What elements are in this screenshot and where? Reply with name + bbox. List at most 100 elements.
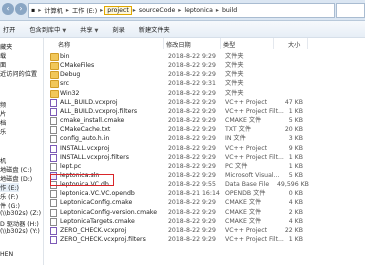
file-row[interactable]: config_auto.h.in 2018-8-22 9:29 IN 文件 3 KB <box>45 134 365 144</box>
file-type: CMAKE 文件 <box>225 208 262 216</box>
file-date: 2018-8-22 9:29 <box>168 89 216 97</box>
file-type: VC++ Project Filt... <box>225 236 284 243</box>
file-name: LeptonicaConfig-version.cmake <box>60 208 158 216</box>
folder-icon <box>50 62 59 71</box>
column-header-name[interactable]: 名称 <box>58 40 70 49</box>
file-row[interactable]: ALL_BUILD.vcxproj 2018-8-22 9:29 VC++ Proj… <box>45 98 365 107</box>
column-header-date[interactable]: 修改日期 <box>166 40 191 49</box>
breadcrumb-item[interactable]: leptonica <box>182 7 215 14</box>
file-row[interactable]: INSTALL.vcxproj 2018-8-22 9:29 VC++ Projec… <box>45 144 365 153</box>
file-type: PC 文件 <box>225 162 248 170</box>
nav-item[interactable]: 近访问的位置 <box>0 69 37 78</box>
nav-item[interactable]: 地磁盘 (C:) <box>0 165 32 174</box>
file-name: Debug <box>60 71 81 79</box>
file-row[interactable]: LeptonicaConfig-version.cmake 2018-8-22 9… <box>45 208 365 217</box>
file-name: ZERO_CHECK.vcxproj <box>60 226 127 234</box>
file-row[interactable]: LeptonicaConfig.cmake 2018-8-22 9:29 CMAKE… <box>45 198 365 208</box>
file-date: 2018-8-22 9:29 <box>168 62 216 70</box>
folder-icon <box>50 89 59 98</box>
column-header-size[interactable]: 大小 <box>288 40 300 49</box>
include-library-button[interactable]: 包含到库中 ▼ <box>22 25 73 34</box>
search-input[interactable] <box>336 3 365 18</box>
file-type: Data Base File <box>225 181 270 189</box>
burn-button[interactable]: 刻录 <box>105 25 131 34</box>
file-size: 1 KB <box>288 153 303 161</box>
file-date: 2018-8-22 9:29 <box>168 236 216 243</box>
file-row[interactable]: src 2018-8-22 9:31 文件夹 <box>45 79 365 89</box>
file-type: 文件夹 <box>225 71 244 79</box>
file-type: 文件夹 <box>225 89 244 97</box>
nav-item[interactable]: 频 <box>0 100 6 109</box>
column-header-type[interactable]: 类型 <box>223 40 235 49</box>
nav-item[interactable]: 地磁盘 (D:) <box>0 174 32 183</box>
file-row[interactable]: LeptonicaTargets.cmake 2018-8-22 9:29 CMAK… <box>45 217 365 226</box>
file-row[interactable]: Debug 2018-8-22 9:29 文件夹 <box>45 70 365 80</box>
breadcrumb[interactable]: ▪ ▸ 计算机 ▸ 工作 (E:) ▸ project ▸ sourceCode… <box>28 3 335 18</box>
file-size: 5 KB <box>288 171 303 179</box>
file-row[interactable]: CMakeCache.txt 2018-8-22 9:29 TXT 文件 20 KB <box>45 125 365 135</box>
forward-icon[interactable]: › <box>15 3 27 15</box>
file-list: 名称 修改日期 类型 大小 bin 2018-8-22 9:29 文件夹 CMakeF… <box>45 38 365 265</box>
file-size: 22 KB <box>284 226 303 234</box>
file-row[interactable]: CMakeFiles 2018-8-22 9:29 文件夹 <box>45 61 365 71</box>
file-row[interactable]: ALL_BUILD.vcxproj.filters 2018-8-22 9:29 V… <box>45 107 365 116</box>
nav-item[interactable]: 藏夹 <box>0 42 12 51</box>
open-button[interactable]: 打开 <box>0 25 22 34</box>
file-date: 2018-8-22 9:29 <box>168 162 216 170</box>
breadcrumb-item[interactable]: 计算机 <box>42 6 65 15</box>
nav-item[interactable]: (\\b302s) (Z:) <box>0 210 41 217</box>
file-date: 2018-8-22 9:29 <box>168 135 216 143</box>
file-date: 2018-8-22 9:29 <box>168 117 216 125</box>
nav-item[interactable]: 件 (G:) <box>0 201 20 210</box>
file-date: 2018-8-22 9:31 <box>168 80 216 88</box>
nav-item[interactable]: 乐 <box>0 127 6 136</box>
file-icon <box>50 162 57 171</box>
breadcrumb-item[interactable]: sourceCode <box>137 7 177 14</box>
nav-item[interactable]: 载 <box>0 51 6 60</box>
file-date: 2018-8-22 9:29 <box>168 199 216 207</box>
file-size: 2 KB <box>288 208 303 216</box>
new-folder-button[interactable]: 新建文件夹 <box>132 25 177 34</box>
nav-item[interactable]: (\\b302s) (Y:) <box>0 228 40 235</box>
nav-item[interactable]: 乐 (F:) <box>0 192 18 201</box>
file-type: VC++ Project Filt... <box>225 107 284 115</box>
file-name: src <box>60 80 70 88</box>
file-name: Win32 <box>60 89 80 97</box>
nav-item-selected[interactable]: 作 (E:) <box>0 183 19 192</box>
file-row[interactable]: bin 2018-8-22 9:29 文件夹 <box>45 52 365 61</box>
file-row[interactable]: INSTALL.vcxproj.filters 2018-8-22 9:29 VC+… <box>45 153 365 162</box>
file-row[interactable]: ZERO_CHECK.vcxproj 2018-8-22 9:29 VC++ Pro… <box>45 226 365 235</box>
file-name: leptonica.VC.VC.opendb <box>60 190 135 198</box>
file-type: VC++ Project <box>225 144 268 152</box>
nav-item[interactable]: 面 <box>0 60 6 69</box>
file-row[interactable]: cmake_install.cmake 2018-8-22 9:29 CMAKE 文… <box>45 116 365 126</box>
computer-icon: ▪ <box>31 7 36 14</box>
project-file-icon <box>50 107 57 116</box>
file-row[interactable]: lept.pc 2018-8-22 9:29 PC 文件 1 KB <box>45 162 365 171</box>
file-row[interactable]: Win32 2018-8-22 9:29 文件夹 <box>45 89 365 98</box>
nav-item[interactable]: 片 <box>0 109 6 118</box>
breadcrumb-item[interactable]: build <box>220 7 239 14</box>
breadcrumb-item[interactable]: project <box>104 6 132 15</box>
file-type: CMAKE 文件 <box>225 199 262 207</box>
file-row[interactable]: ZERO_CHECK.vcxproj.filters 2018-8-22 9:29… <box>45 235 365 244</box>
file-name: ZERO_CHECK.vcxproj.filters <box>60 236 146 243</box>
nav-item[interactable]: 档 <box>0 118 6 127</box>
file-date: 2018-8-22 9:29 <box>168 107 216 115</box>
file-type: 文件夹 <box>225 53 244 60</box>
breadcrumb-item[interactable]: 工作 (E:) <box>70 6 99 15</box>
file-icon <box>50 208 57 217</box>
file-icon <box>50 117 57 126</box>
nav-item[interactable]: D 驱动器 (H:) <box>0 219 39 228</box>
back-icon[interactable]: ‹ <box>2 3 14 15</box>
file-name: LeptonicaConfig.cmake <box>60 199 133 207</box>
file-size: 9 KB <box>288 144 303 152</box>
project-file-icon <box>50 236 57 244</box>
share-button[interactable]: 共享 ▼ <box>73 25 105 34</box>
file-row[interactable]: leptonica.VC.VC.opendb 2018-8-21 16:14 OPE… <box>45 189 365 199</box>
nav-item[interactable]: HEN <box>0 251 13 258</box>
file-date: 2018-8-22 9:29 <box>168 53 216 60</box>
file-type: 文件夹 <box>225 80 244 88</box>
file-name: lept.pc <box>60 162 82 170</box>
nav-item[interactable]: 机 <box>0 156 6 165</box>
